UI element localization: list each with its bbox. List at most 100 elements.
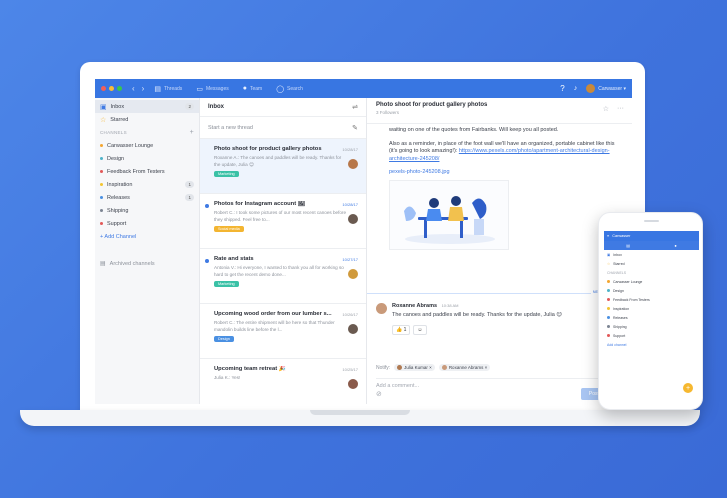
- channel-color-dot: [100, 196, 103, 199]
- menu-icon[interactable]: ≡: [607, 234, 609, 238]
- add-channel-icon[interactable]: +: [190, 129, 194, 136]
- tab-messages[interactable]: ▭ Messages: [196, 85, 228, 93]
- phone-list-item[interactable]: ▣ Inbox: [604, 250, 699, 259]
- search-icon: ◯: [276, 85, 285, 93]
- star-icon[interactable]: ☆: [603, 105, 609, 113]
- phone-list-item[interactable]: Support: [604, 331, 699, 340]
- messages-icon: ▭: [196, 85, 203, 93]
- thread-item[interactable]: Photos for Instagram account 🖼 10/28/17 …: [200, 194, 366, 249]
- reaction-button[interactable]: 👍 1: [392, 324, 411, 335]
- thread-actions: ☆ ···: [603, 105, 624, 113]
- sidebar-item-channel[interactable]: Releases 1: [95, 191, 199, 204]
- phone-list-item[interactable]: Carwasser Lounge: [604, 277, 699, 286]
- thread-tag: Social media: [214, 226, 244, 232]
- reply-author: Roxanne Abrams: [392, 303, 438, 309]
- channel-label: Design: [107, 155, 125, 162]
- close-dot[interactable]: [101, 86, 106, 91]
- sidebar-item-inbox[interactable]: ▣ Inbox 2: [95, 100, 199, 113]
- tab-team[interactable]: ● Team: [243, 85, 262, 92]
- thread-item[interactable]: Photo shoot for product gallery photos 1…: [200, 139, 366, 194]
- add-channel-link[interactable]: + Add Channel: [95, 230, 199, 243]
- avatar: [348, 324, 358, 334]
- thread-detail: Photo shoot for product gallery photos 3…: [367, 98, 632, 404]
- phone-section-header: CHANNELS: [604, 268, 699, 277]
- bell-icon[interactable]: ♪: [574, 85, 578, 92]
- nav-arrows: ‹ ›: [132, 84, 144, 93]
- phone-list-item[interactable]: Releases: [604, 313, 699, 322]
- tab-label: Team: [249, 85, 263, 92]
- maximize-dot[interactable]: [117, 86, 122, 91]
- channel-color-dot: [607, 289, 610, 292]
- user-menu[interactable]: Carwasser ▾: [586, 84, 626, 93]
- phone-add-channel[interactable]: Add channel: [604, 340, 699, 349]
- thread-item[interactable]: Upcoming wood order from our lumber s...…: [200, 304, 366, 359]
- chip-label: Julia Kumar ×: [404, 365, 432, 370]
- sidebar-item-channel[interactable]: Support: [95, 217, 199, 230]
- phone-list-item[interactable]: Design: [604, 286, 699, 295]
- archived-channels-link[interactable]: ▤ Archived channels: [95, 257, 199, 270]
- channel-color-dot: [100, 157, 103, 160]
- sidebar-item-channel[interactable]: Feedback From Testers: [95, 165, 199, 178]
- minimize-dot[interactable]: [109, 86, 114, 91]
- tab-label: Threads: [163, 85, 183, 92]
- back-icon[interactable]: ‹: [132, 84, 135, 93]
- attachment-link[interactable]: pexels-photo-245208.jpg: [389, 169, 623, 177]
- channel-color-dot: [607, 316, 610, 319]
- sidebar-item-channel[interactable]: Inspiration 1: [95, 178, 199, 191]
- attach-icon[interactable]: ⊘: [376, 390, 382, 398]
- app-window: ‹ › ▤ Threads ▭ Messages ● Team ◯ Search…: [95, 79, 632, 404]
- sidebar-item-channel[interactable]: Design: [95, 152, 199, 165]
- new-thread-button[interactable]: Start a new thread ✎: [200, 117, 366, 139]
- phone-list-item[interactable]: Inspiration: [604, 304, 699, 313]
- thread-detail-title: Photo shoot for product gallery photos: [376, 102, 488, 108]
- channels-header-label: CHANNELS: [100, 130, 127, 135]
- phone-item-label: Add channel: [607, 342, 627, 347]
- notify-chip[interactable]: Roxanne Abrams ×: [438, 364, 491, 371]
- thread-item[interactable]: Rate and stats 10/27/17 Antonia V.: Hi e…: [200, 249, 366, 304]
- user-name: Carwasser ▾: [598, 85, 626, 92]
- tab-label: Messages: [205, 85, 229, 92]
- tab-search[interactable]: ◯ Search: [276, 85, 303, 93]
- channels-header: CHANNELS +: [95, 126, 199, 139]
- phone-item-label: Support: [613, 333, 626, 338]
- avatar: [376, 303, 387, 314]
- phone-item-label: Shipping: [613, 324, 627, 329]
- threads-icon[interactable]: ▤: [626, 243, 630, 248]
- phone-list-item[interactable]: ☆ Starred: [604, 259, 699, 268]
- thread-snippet: Julia K.: Yes!: [214, 375, 241, 380]
- sidebar-item-starred[interactable]: ☆ Starred: [95, 113, 199, 126]
- notify-row: Notify: Julia Kumar × Roxanne Abrams ×: [376, 364, 626, 371]
- tab-label: Search: [287, 85, 303, 92]
- channel-color-dot: [607, 307, 610, 310]
- channel-label: Feedback From Testers: [107, 168, 165, 175]
- more-icon[interactable]: ···: [617, 105, 624, 113]
- notify-chip[interactable]: Julia Kumar ×: [394, 364, 435, 371]
- avatar: [348, 379, 358, 389]
- attachment-image[interactable]: [389, 179, 509, 250]
- thread-list-header: Inbox ⇌: [200, 98, 366, 117]
- sidebar-item-channel[interactable]: Shipping: [95, 204, 199, 217]
- channel-label: Inspiration: [107, 181, 133, 188]
- team-icon: ●: [242, 85, 247, 92]
- illustration-icon: [404, 195, 495, 244]
- avatar: [397, 365, 403, 370]
- add-reaction-button[interactable]: ☺: [413, 324, 427, 335]
- thread-item[interactable]: Upcoming team retreat 🎉 10/25/17 Julia K…: [200, 359, 366, 404]
- help-icon[interactable]: ?: [560, 84, 564, 93]
- team-icon[interactable]: ●: [674, 243, 676, 248]
- filter-icon[interactable]: ⇌: [352, 103, 358, 111]
- thread-date: 10/26/17: [342, 312, 358, 317]
- channel-label: Support: [107, 220, 127, 227]
- sidebar-item-channel[interactable]: Carwasser Lounge: [95, 139, 199, 152]
- forward-icon[interactable]: ›: [142, 84, 145, 93]
- phone-app-title: Carwasser: [612, 234, 631, 238]
- followers-count[interactable]: 3 Followers: [376, 110, 623, 115]
- new-thread-label: Start a new thread: [208, 124, 253, 131]
- thread-tag: Marketing: [214, 171, 239, 177]
- avatar: [348, 159, 358, 169]
- phone-list-item[interactable]: Shipping: [604, 322, 699, 331]
- phone-list-item[interactable]: Feedback From Testers: [604, 295, 699, 304]
- tab-threads[interactable]: ▤ Threads: [154, 85, 182, 93]
- channel-color-dot: [607, 325, 610, 328]
- compose-fab[interactable]: +: [683, 383, 693, 393]
